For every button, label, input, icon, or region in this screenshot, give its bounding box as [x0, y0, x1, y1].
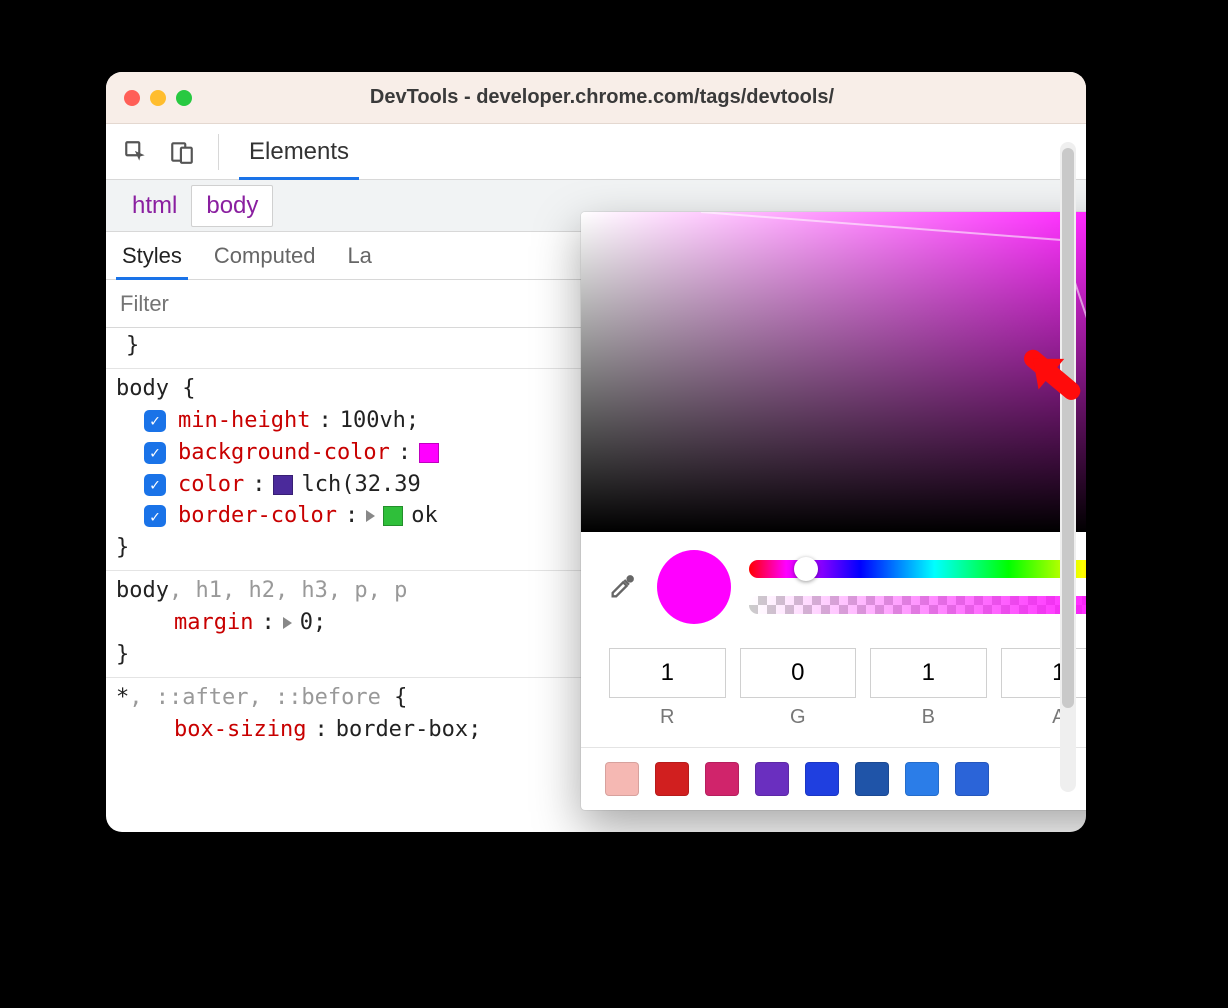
toolbar-separator — [218, 134, 219, 170]
property-name[interactable]: box-sizing — [174, 714, 306, 746]
palette-swatch[interactable] — [755, 762, 789, 796]
device-toggle-icon[interactable] — [166, 136, 198, 168]
property-value[interactable]: border-box; — [336, 714, 482, 746]
color-swatch[interactable] — [419, 443, 439, 463]
subtab-computed[interactable]: Computed — [210, 232, 320, 279]
close-dot[interactable] — [124, 90, 140, 106]
palette-swatch[interactable] — [955, 762, 989, 796]
channel-b-label: B — [870, 706, 987, 729]
palette-swatch[interactable] — [905, 762, 939, 796]
color-swatch[interactable] — [383, 506, 403, 526]
devtools-window: DevTools - developer.chrome.com/tags/dev… — [106, 72, 1086, 832]
inspect-icon[interactable] — [120, 136, 152, 168]
breadcrumb-body[interactable]: body — [191, 185, 273, 227]
breadcrumb-html[interactable]: html — [118, 186, 191, 226]
channel-b-input[interactable] — [870, 648, 987, 698]
eyedropper-icon[interactable] — [605, 570, 639, 604]
titlebar: DevTools - developer.chrome.com/tags/dev… — [106, 72, 1086, 124]
subtab-layout[interactable]: La — [343, 232, 375, 279]
toggle-checkbox[interactable]: ✓ — [144, 505, 166, 527]
expand-icon[interactable] — [283, 617, 292, 629]
palette-swatch[interactable] — [605, 762, 639, 796]
toggle-checkbox[interactable]: ✓ — [144, 442, 166, 464]
toggle-checkbox[interactable]: ✓ — [144, 410, 166, 432]
palette-swatch[interactable] — [655, 762, 689, 796]
main-toolbar: Elements — [106, 124, 1086, 180]
subtab-styles[interactable]: Styles — [118, 232, 186, 279]
palette-swatch[interactable] — [855, 762, 889, 796]
window-title: DevTools - developer.chrome.com/tags/dev… — [202, 86, 1002, 109]
minimize-dot[interactable] — [150, 90, 166, 106]
property-name[interactable]: color — [178, 469, 244, 501]
channel-g-label: G — [740, 706, 857, 729]
property-name[interactable]: border-color — [178, 500, 337, 532]
channel-r-label: R — [609, 706, 726, 729]
color-palette — [581, 747, 1086, 810]
channel-r-input[interactable] — [609, 648, 726, 698]
toggle-checkbox[interactable]: ✓ — [144, 474, 166, 496]
property-value[interactable]: ok — [411, 500, 438, 532]
gamut-boundary-line — [581, 212, 1086, 532]
property-name[interactable]: min-height — [178, 405, 310, 437]
vertical-scrollbar[interactable] — [1060, 142, 1076, 792]
tab-elements[interactable]: Elements — [239, 124, 359, 179]
expand-icon[interactable] — [366, 510, 375, 522]
property-value[interactable]: 100vh; — [340, 405, 419, 437]
hue-slider[interactable] — [749, 560, 1086, 578]
property-value[interactable]: 0; — [300, 607, 327, 639]
alpha-slider[interactable] — [749, 596, 1086, 614]
property-value[interactable]: lch(32.39 — [301, 469, 420, 501]
tab-elements-label: Elements — [249, 138, 349, 166]
scrollbar-thumb[interactable] — [1062, 148, 1074, 708]
selector[interactable]: body — [116, 376, 169, 401]
property-name[interactable]: background-color — [178, 437, 390, 469]
current-color-circle — [657, 550, 731, 624]
channel-g-input[interactable] — [740, 648, 857, 698]
palette-swatch[interactable] — [805, 762, 839, 796]
palette-swatch[interactable] — [705, 762, 739, 796]
color-swatch[interactable] — [273, 475, 293, 495]
color-picker-popover: sRGB R — [581, 212, 1086, 810]
maximize-dot[interactable] — [176, 90, 192, 106]
hue-thumb[interactable] — [794, 557, 818, 581]
window-controls — [124, 90, 192, 106]
saturation-field[interactable]: sRGB — [581, 212, 1086, 532]
channel-inputs: R G B A — [581, 642, 1086, 747]
property-name[interactable]: margin — [174, 607, 253, 639]
